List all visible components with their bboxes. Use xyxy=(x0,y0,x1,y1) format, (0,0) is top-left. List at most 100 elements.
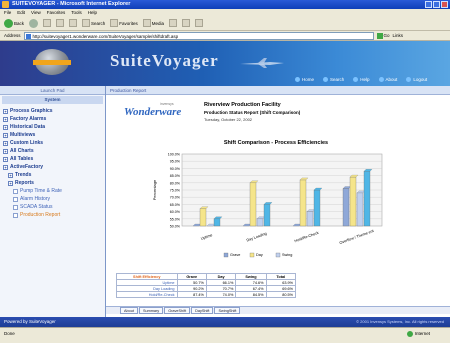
y-tick-label: 75.0% xyxy=(170,189,181,193)
history-icon xyxy=(169,19,178,27)
logout-icon xyxy=(406,77,412,82)
brand-title: SuiteVoyager xyxy=(110,51,219,70)
sidebar-item-process-graphics[interactable]: + Process Graphics xyxy=(3,107,102,115)
expand-icon: + xyxy=(3,124,8,130)
tab-dayshift[interactable]: DayShift xyxy=(191,307,214,314)
sidebar-item-historical-data[interactable]: + Historical Data xyxy=(3,123,102,131)
print-button[interactable] xyxy=(195,19,204,27)
sidebar-tree: + Process Graphics + Factory Alarms + Histori… xyxy=(0,105,105,221)
bar xyxy=(342,188,350,227)
print-icon xyxy=(195,19,204,27)
menu-tools[interactable]: Tools xyxy=(71,9,82,16)
refresh-icon xyxy=(56,19,65,27)
page-icon xyxy=(13,204,18,210)
forward-button[interactable] xyxy=(29,18,39,28)
legend-label: Day xyxy=(256,253,263,257)
sidebar-item-production-report[interactable]: Production Report xyxy=(3,211,102,219)
refresh-button[interactable] xyxy=(56,19,65,27)
sidebar-item-trends[interactable]: + Trends xyxy=(3,171,102,179)
y-axis-label: Percentage xyxy=(152,179,157,200)
address-url: http://suitevoyager1.wonderware.com/Suit… xyxy=(32,33,179,39)
media-icon xyxy=(142,19,151,27)
y-tick-label: 100.0% xyxy=(168,153,181,157)
browser-toolbar: Back Search Favorites Media xyxy=(0,16,450,31)
home-button[interactable] xyxy=(69,19,78,27)
bar xyxy=(199,208,207,227)
logo-ball-icon xyxy=(33,49,71,75)
menu-view[interactable]: View xyxy=(31,9,41,16)
tab-about[interactable]: About xyxy=(120,307,138,314)
search-button[interactable]: Search xyxy=(82,19,105,27)
app-banner: SuiteVoyager Home Search Help About Logo… xyxy=(0,41,450,86)
report-title: Production Status Report (Shift Comparis… xyxy=(204,110,301,115)
mail-button[interactable] xyxy=(182,19,191,27)
sidebar-item-factory-alarms[interactable]: + Factory Alarms xyxy=(3,115,102,123)
media-button[interactable]: Media xyxy=(142,19,164,27)
sidebar-item-activefactory[interactable]: + ActiveFactory xyxy=(3,163,102,171)
nav-home[interactable]: Home xyxy=(295,77,314,82)
y-tick-label: 80.0% xyxy=(170,181,181,185)
bar xyxy=(249,182,257,227)
bar xyxy=(263,204,271,227)
vendor-logo: Wonderware xyxy=(124,106,182,118)
back-button[interactable]: Back xyxy=(4,18,24,28)
y-tick-label: 60.0% xyxy=(170,210,181,214)
table-row: Hold/Re-Check 87.4% 74.0% 84.5% 80.5% xyxy=(116,291,297,298)
window-controls xyxy=(425,1,448,8)
legend-swatch xyxy=(275,252,281,258)
security-zone: Internet xyxy=(406,328,430,340)
expand-icon: + xyxy=(3,108,8,114)
nav-logout[interactable]: Logout xyxy=(406,77,427,82)
menu-bar: File Edit View Favorites Tools Help xyxy=(0,9,450,16)
stop-button[interactable] xyxy=(43,19,52,27)
tab-summary[interactable]: Summary xyxy=(138,307,164,314)
menu-edit[interactable]: Edit xyxy=(17,9,25,16)
menu-help[interactable]: Help xyxy=(88,9,97,16)
go-button[interactable]: Go xyxy=(376,32,390,39)
sidebar-item-scada-status[interactable]: SCADA Status xyxy=(3,203,102,211)
bar xyxy=(356,192,364,227)
address-input[interactable]: http://suitevoyager1.wonderware.com/Suit… xyxy=(23,31,374,40)
expand-icon: + xyxy=(3,148,8,154)
sidebar-item-alarm-history[interactable]: Alarm History xyxy=(3,195,102,203)
sidebar-item-label: Multiviews xyxy=(10,132,36,138)
nav-about[interactable]: About xyxy=(378,77,397,82)
expand-icon: + xyxy=(3,132,8,138)
search-icon xyxy=(323,77,329,82)
menu-file[interactable]: File xyxy=(4,9,11,16)
sidebar-item-all-charts[interactable]: + All Charts xyxy=(3,147,102,155)
top-nav: Home Search Help About Logout xyxy=(295,77,427,82)
favorites-button[interactable]: Favorites xyxy=(110,19,138,27)
x-tick-label: Day Loading xyxy=(246,232,267,243)
star-icon xyxy=(110,19,119,27)
sidebar: Launch Pad System + Process Graphics + Fact… xyxy=(0,86,106,317)
close-button[interactable] xyxy=(441,1,448,8)
sidebar-item-label: Process Graphics xyxy=(10,108,53,114)
nav-help[interactable]: Help xyxy=(353,77,370,82)
copyright: © 2001 Invensys Systems, Inc. All rights… xyxy=(356,319,444,324)
globe-icon xyxy=(406,331,413,337)
sidebar-section[interactable]: System xyxy=(2,96,103,104)
home-icon xyxy=(295,77,300,82)
sidebar-item-pump-time-rate[interactable]: Pump Time & Rate xyxy=(3,187,102,195)
stop-icon xyxy=(43,19,52,27)
bar xyxy=(256,218,264,227)
history-button[interactable] xyxy=(169,19,178,27)
window-title: SUITEVOYAGER - Microsoft Internet Explor… xyxy=(12,1,131,7)
nav-search[interactable]: Search xyxy=(323,77,344,82)
menu-favorites[interactable]: Favorites xyxy=(47,9,66,16)
sidebar-item-custom-links[interactable]: + Custom Links xyxy=(3,139,102,147)
tab-swingshift[interactable]: SwingShift xyxy=(214,307,241,314)
expand-icon: + xyxy=(3,156,8,162)
sidebar-item-reports[interactable]: + Reports xyxy=(3,179,102,187)
legend-swatch xyxy=(249,252,255,258)
links-button[interactable]: Links xyxy=(393,33,404,38)
sidebar-item-multiviews[interactable]: + Multiviews xyxy=(3,131,102,139)
minimize-button[interactable] xyxy=(425,1,432,8)
sidebar-item-all-tables[interactable]: + All Tables xyxy=(3,155,102,163)
maximize-button[interactable] xyxy=(433,1,440,8)
chart-title: Shift Comparison - Process Efficiencies xyxy=(223,140,329,146)
expand-icon: + xyxy=(3,116,8,122)
tab-graveshift[interactable]: GraveShift xyxy=(164,307,191,314)
page-icon xyxy=(25,33,31,39)
